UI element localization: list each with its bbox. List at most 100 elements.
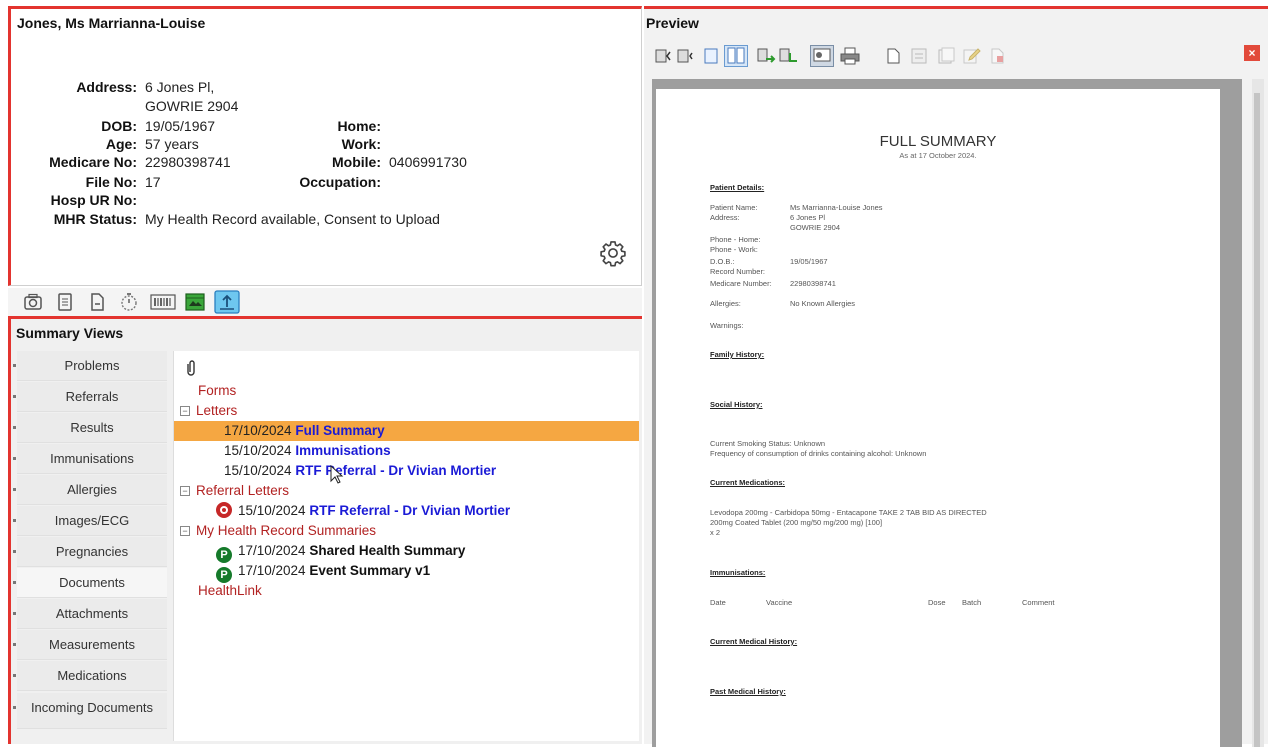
doc-text: Levodopa 200mg - Carbidopa 50mg - Entaca… bbox=[710, 508, 987, 517]
tab-label: Attachments bbox=[55, 606, 129, 621]
folder-label: My Health Record Summaries bbox=[196, 523, 377, 538]
item-date: 17/10/2024 bbox=[238, 563, 306, 578]
image-scan-icon[interactable] bbox=[184, 291, 206, 313]
work-phone-label: Work: bbox=[341, 136, 381, 152]
file-no-label: File No: bbox=[85, 174, 137, 190]
tree-item-shared-health-summary[interactable]: P 17/10/2024 Shared Health Summary bbox=[174, 541, 639, 563]
tree-folder-referral-letters[interactable]: − Referral Letters bbox=[174, 481, 639, 501]
print-icon[interactable] bbox=[840, 47, 860, 65]
tab-bullet bbox=[13, 550, 16, 553]
tab-medications[interactable]: Medications bbox=[13, 661, 167, 691]
tab-label: Allergies bbox=[67, 482, 117, 497]
tree-item-rtf-referral[interactable]: 15/10/2024 RTF Referral - Dr Vivian Mort… bbox=[174, 461, 639, 481]
item-date: 17/10/2024 bbox=[224, 423, 292, 438]
document-viewport[interactable]: FULL SUMMARY As at 17 October 2024. Pati… bbox=[652, 79, 1242, 749]
tab-measurements[interactable]: Measurements bbox=[13, 630, 167, 660]
item-date: 15/10/2024 bbox=[224, 463, 292, 478]
tab-label: Measurements bbox=[49, 637, 135, 652]
tab-pregnancies[interactable]: Pregnancies bbox=[13, 537, 167, 567]
notes-icon[interactable] bbox=[54, 291, 76, 313]
barcode-icon[interactable] bbox=[150, 291, 176, 313]
upload-icon[interactable] bbox=[214, 290, 240, 314]
tab-label: Incoming Documents bbox=[30, 700, 154, 715]
scrollbar-thumb[interactable] bbox=[1254, 93, 1260, 747]
summary-views-title: Summary Views bbox=[16, 325, 124, 341]
preview-title: Preview bbox=[646, 15, 699, 31]
documents-tree[interactable]: Forms − Letters 17/10/2024 Full Summary 1… bbox=[173, 351, 639, 741]
timer-icon[interactable] bbox=[118, 291, 140, 313]
tree-item-event-summary[interactable]: P 17/10/2024 Event Summary v1 bbox=[174, 561, 639, 583]
export-icon bbox=[911, 48, 927, 64]
tree-item-referral[interactable]: 15/10/2024 RTF Referral - Dr Vivian Mort… bbox=[174, 501, 639, 521]
tab-documents[interactable]: Documents bbox=[13, 568, 167, 598]
tab-label: Pregnancies bbox=[55, 544, 129, 559]
camera-icon[interactable] bbox=[22, 291, 44, 313]
file-no-value: 17 bbox=[145, 174, 161, 190]
new-document-icon[interactable] bbox=[884, 47, 902, 65]
doc-text: Frequency of consumption of drinks conta… bbox=[710, 449, 927, 458]
patient-details-panel: Jones, Ms Marrianna-Louise Address: 6 Jo… bbox=[8, 6, 642, 286]
doc-label: Patient Name: bbox=[710, 203, 758, 212]
preview-scrollbar[interactable] bbox=[1252, 79, 1264, 747]
collapse-icon[interactable]: − bbox=[180, 406, 190, 416]
last-page-icon[interactable] bbox=[778, 47, 798, 65]
tab-results[interactable]: Results bbox=[13, 413, 167, 443]
folder-label: Forms bbox=[198, 383, 237, 398]
doc-text: x 2 bbox=[710, 528, 721, 537]
tab-referrals[interactable]: Referrals bbox=[13, 382, 167, 412]
gear-icon[interactable] bbox=[599, 239, 627, 267]
paperclip-icon[interactable] bbox=[184, 359, 198, 377]
previous-page-icon[interactable] bbox=[676, 47, 694, 65]
dob-label: DOB: bbox=[101, 118, 137, 134]
close-preview-button[interactable]: × bbox=[1244, 45, 1260, 61]
tree-item-immunisations[interactable]: 15/10/2024 Immunisations bbox=[174, 441, 639, 461]
item-date: 17/10/2024 bbox=[238, 543, 306, 558]
tree-folder-forms[interactable]: Forms bbox=[174, 381, 639, 401]
tab-images-ecg[interactable]: Images/ECG bbox=[13, 506, 167, 536]
doc-title: FULL SUMMARY bbox=[879, 133, 997, 150]
tab-incoming-documents[interactable]: Incoming Documents bbox=[13, 693, 167, 729]
page-setup-icon[interactable] bbox=[810, 45, 834, 67]
two-page-icon[interactable] bbox=[724, 45, 748, 67]
tab-bullet bbox=[13, 706, 16, 709]
item-date: 15/10/2024 bbox=[238, 503, 306, 518]
address-line2: GOWRIE 2904 bbox=[145, 98, 239, 114]
mobile-value: 0406991730 bbox=[389, 154, 467, 170]
item-title: Shared Health Summary bbox=[309, 543, 466, 558]
doc-heading: Patient Details: bbox=[710, 183, 765, 192]
tree-folder-mhr-summaries[interactable]: − My Health Record Summaries bbox=[174, 521, 639, 541]
tree-folder-healthlink[interactable]: HealthLink bbox=[174, 581, 639, 601]
age-value: 57 years bbox=[145, 136, 199, 152]
next-page-icon[interactable] bbox=[756, 47, 776, 65]
single-page-icon[interactable] bbox=[702, 47, 720, 65]
tab-attachments[interactable]: Attachments bbox=[13, 599, 167, 629]
tab-immunisations[interactable]: Immunisations bbox=[13, 444, 167, 474]
tree-folder-letters[interactable]: − Letters bbox=[174, 401, 639, 421]
tab-bullet bbox=[13, 457, 16, 460]
tab-problems[interactable]: Problems bbox=[13, 351, 167, 381]
occupation-label: Occupation: bbox=[299, 174, 381, 190]
item-title: Full Summary bbox=[295, 423, 385, 438]
tab-bullet bbox=[13, 643, 16, 646]
doc-heading: Past Medical History: bbox=[710, 687, 786, 696]
doc-column-header: Batch bbox=[962, 598, 982, 607]
tab-label: Referrals bbox=[65, 389, 119, 404]
doc-heading: Family History: bbox=[710, 350, 765, 359]
item-title: RTF Referral - Dr Vivian Mortier bbox=[309, 503, 511, 518]
doc-value: GOWRIE 2904 bbox=[790, 223, 841, 232]
folder-label: Referral Letters bbox=[196, 483, 290, 498]
tab-allergies[interactable]: Allergies bbox=[13, 475, 167, 505]
collapse-icon[interactable]: − bbox=[180, 486, 190, 496]
patient-name: Jones, Ms Marrianna-Louise bbox=[17, 15, 206, 31]
tab-label: Documents bbox=[59, 575, 125, 590]
folder-label: Letters bbox=[196, 403, 238, 418]
first-page-icon[interactable] bbox=[654, 47, 672, 65]
pdf-icon bbox=[991, 48, 1004, 64]
tree-item-full-summary[interactable]: 17/10/2024 Full Summary bbox=[174, 421, 639, 441]
collapse-icon[interactable]: − bbox=[180, 526, 190, 536]
doc-label: Phone - Home: bbox=[710, 235, 761, 244]
tab-bullet bbox=[13, 426, 16, 429]
mhr-status-value: My Health Record available, Consent to U… bbox=[145, 211, 440, 227]
document-icon[interactable] bbox=[86, 291, 108, 313]
doc-column-header: Vaccine bbox=[766, 598, 793, 607]
